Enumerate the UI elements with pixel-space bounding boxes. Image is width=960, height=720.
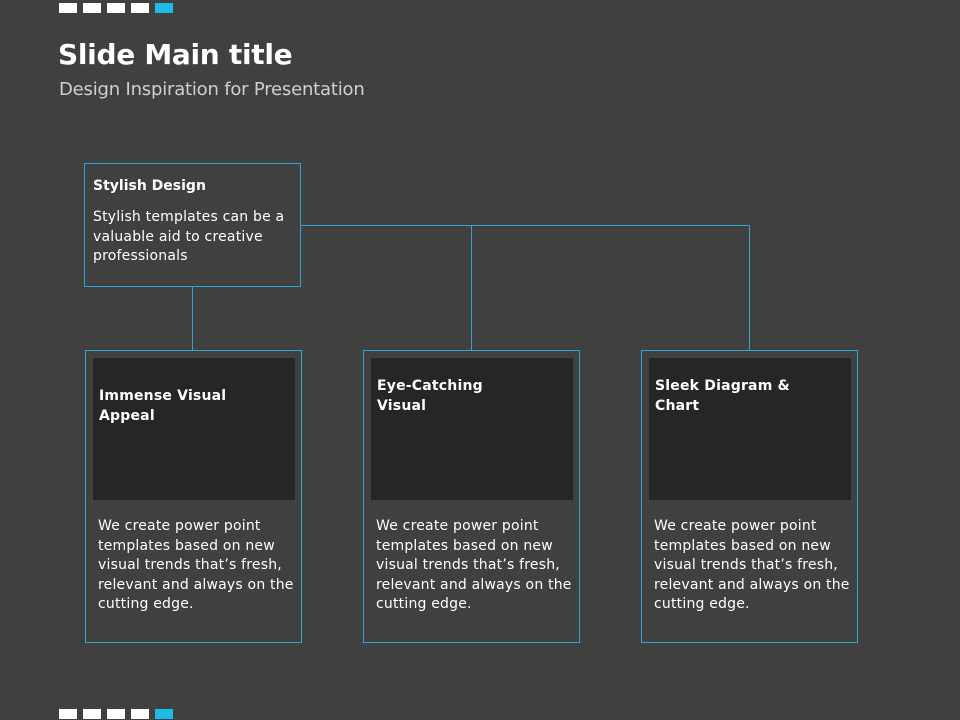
card-title: Immense Visual Appeal: [99, 388, 227, 424]
stylish-design-box: Stylish Design Stylish templates can be …: [84, 163, 301, 287]
decor-square: [59, 709, 77, 719]
box-text: Stylish templates can be a valuable aid …: [93, 209, 285, 264]
bottom-decoration: [59, 709, 173, 719]
decor-square: [83, 709, 101, 719]
card-panel: Eye-Catching Visual: [371, 358, 573, 500]
card-text: We create power point templates based on…: [654, 518, 850, 612]
card-eye-catching-visual: Eye-Catching Visual We create power poin…: [363, 350, 580, 643]
card-title: Eye-Catching Visual: [377, 378, 483, 414]
card-immense-visual-appeal: Immense Visual Appeal We create power po…: [85, 350, 302, 643]
card-panel: Sleek Diagram & Chart: [649, 358, 851, 500]
card-sleek-diagram-chart: Sleek Diagram & Chart We create power po…: [641, 350, 858, 643]
decor-square: [131, 709, 149, 719]
card-text: We create power point templates based on…: [98, 518, 294, 612]
card-panel: Immense Visual Appeal: [93, 358, 295, 500]
decor-square-accent: [155, 709, 173, 719]
box-title: Stylish Design: [93, 178, 206, 194]
card-text: We create power point templates based on…: [376, 518, 572, 612]
card-title: Sleek Diagram & Chart: [655, 378, 790, 414]
decor-square: [107, 709, 125, 719]
